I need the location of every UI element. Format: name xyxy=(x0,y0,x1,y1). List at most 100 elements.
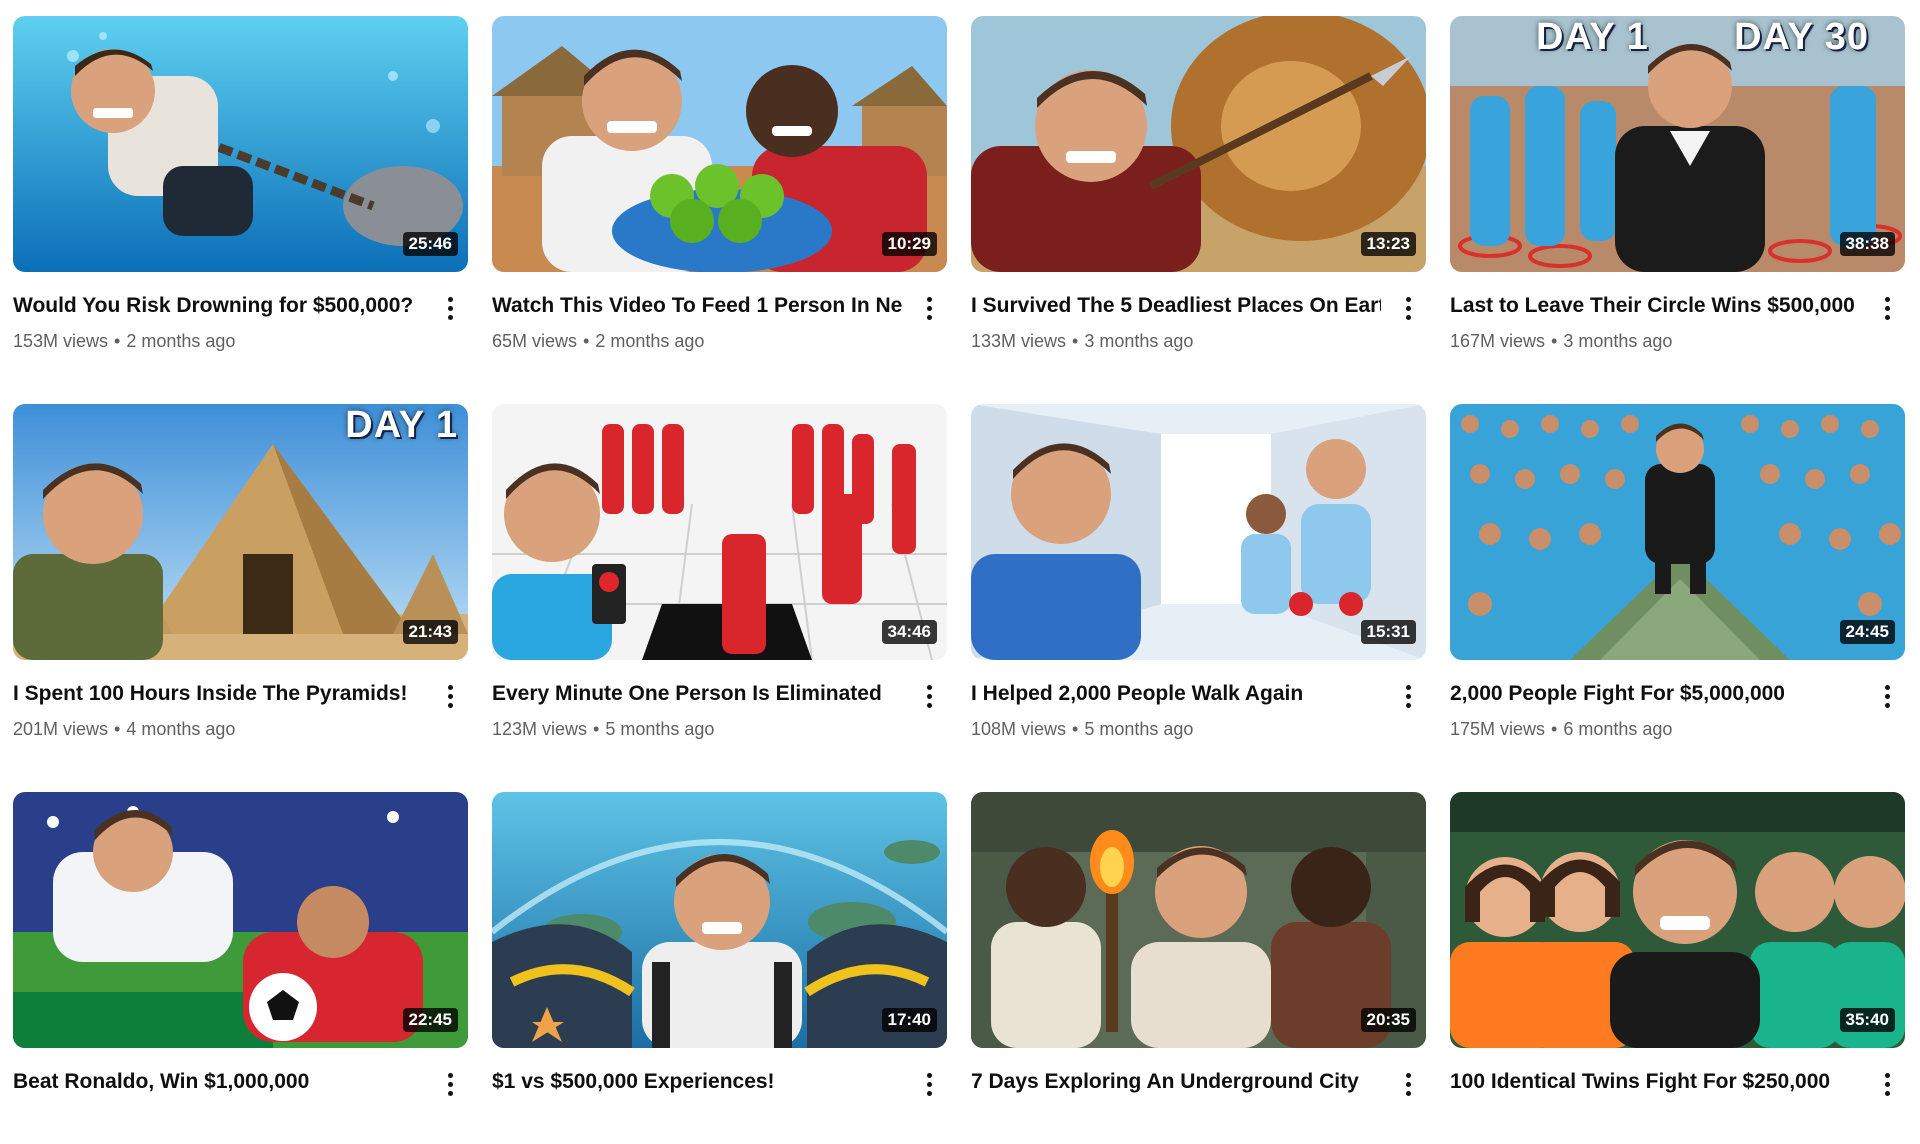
video-title[interactable]: Would You Risk Drowning for $500,000? xyxy=(13,293,423,319)
video-thumbnail[interactable]: 22:45 xyxy=(13,792,468,1048)
view-count: 167M views xyxy=(1450,331,1546,351)
more-vert-icon[interactable] xyxy=(1394,292,1422,324)
video-stats: 153M views • 2 months ago xyxy=(13,330,235,352)
more-vert-icon[interactable] xyxy=(915,1068,943,1100)
separator: • xyxy=(114,331,121,351)
video-card[interactable]: 25:46 Would You Risk Drowning for $500,0… xyxy=(13,16,468,368)
more-vert-icon[interactable] xyxy=(1873,1068,1901,1100)
thumbnail-overlay-right: DAY 1 xyxy=(345,404,458,446)
thumbnail-image xyxy=(1450,792,1905,1048)
thumbnail-image xyxy=(971,16,1426,272)
video-card[interactable]: 22:45 Beat Ronaldo, Win $1,000,000 • xyxy=(13,792,468,1144)
video-card[interactable]: 15:31 I Helped 2,000 People Walk Again 1… xyxy=(971,404,1426,756)
video-meta: Beat Ronaldo, Win $1,000,000 • xyxy=(13,1048,468,1144)
more-vert-icon[interactable] xyxy=(915,292,943,324)
duration-badge: 38:38 xyxy=(1839,232,1895,256)
view-count: 201M views xyxy=(13,719,109,739)
video-thumbnail[interactable]: DAY 1 DAY 30 38:38 xyxy=(1450,16,1905,272)
video-title[interactable]: $1 vs $500,000 Experiences! xyxy=(492,1069,902,1095)
more-vert-icon[interactable] xyxy=(436,680,464,712)
thumbnail-image xyxy=(13,16,468,272)
thumbnail-image xyxy=(492,792,947,1048)
video-title[interactable]: I Survived The 5 Deadliest Places On Ear… xyxy=(971,293,1381,319)
duration-badge: 34:46 xyxy=(881,620,937,644)
video-title[interactable]: 7 Days Exploring An Underground City xyxy=(971,1069,1381,1095)
video-stats: 133M views • 3 months ago xyxy=(971,330,1193,352)
view-count: 123M views xyxy=(492,719,588,739)
video-stats: 123M views • 5 months ago xyxy=(492,718,714,740)
upload-age: 4 months ago xyxy=(126,719,236,739)
video-thumbnail[interactable]: 13:23 xyxy=(971,16,1426,272)
thumbnail-image xyxy=(13,792,468,1048)
video-stats: 201M views • 4 months ago xyxy=(13,718,235,740)
video-title[interactable]: 2,000 People Fight For $5,000,000 xyxy=(1450,681,1860,707)
duration-badge: 22:45 xyxy=(402,1008,458,1032)
video-meta: Watch This Video To Feed 1 Person In Nee… xyxy=(492,272,947,368)
more-vert-icon[interactable] xyxy=(1394,1068,1422,1100)
separator: • xyxy=(1072,331,1079,351)
more-vert-icon[interactable] xyxy=(436,1068,464,1100)
video-title[interactable]: Every Minute One Person Is Eliminated xyxy=(492,681,902,707)
video-title[interactable]: 100 Identical Twins Fight For $250,000 xyxy=(1450,1069,1860,1095)
video-thumbnail[interactable]: 34:46 xyxy=(492,404,947,660)
duration-badge: 21:43 xyxy=(402,620,458,644)
more-vert-icon[interactable] xyxy=(1873,680,1901,712)
video-thumbnail[interactable]: 20:35 xyxy=(971,792,1426,1048)
video-card[interactable]: 34:46 Every Minute One Person Is Elimina… xyxy=(492,404,947,756)
video-stats: 167M views • 3 months ago xyxy=(1450,330,1672,352)
video-title[interactable]: Beat Ronaldo, Win $1,000,000 xyxy=(13,1069,423,1095)
video-card[interactable]: 17:40 $1 vs $500,000 Experiences! • xyxy=(492,792,947,1144)
video-title[interactable]: Watch This Video To Feed 1 Person In Nee… xyxy=(492,293,902,319)
video-thumbnail[interactable]: 24:45 xyxy=(1450,404,1905,660)
video-title[interactable]: Last to Leave Their Circle Wins $500,000 xyxy=(1450,293,1860,319)
video-stats: 175M views • 6 months ago xyxy=(1450,718,1672,740)
video-card[interactable]: DAY 1 DAY 30 38:38 Last to Leave Their C… xyxy=(1450,16,1905,368)
duration-badge: 20:35 xyxy=(1360,1008,1416,1032)
video-card[interactable]: 10:29 Watch This Video To Feed 1 Person … xyxy=(492,16,947,368)
video-grid: 25:46 Would You Risk Drowning for $500,0… xyxy=(13,16,1907,1144)
separator: • xyxy=(583,331,590,351)
more-vert-icon[interactable] xyxy=(915,680,943,712)
thumbnail-image xyxy=(492,404,947,660)
duration-badge: 17:40 xyxy=(881,1008,937,1032)
upload-age: 3 months ago xyxy=(1563,331,1673,351)
thumbnail-overlay-left: DAY 1 xyxy=(1536,16,1649,58)
duration-badge: 15:31 xyxy=(1360,620,1416,644)
video-card[interactable]: 20:35 7 Days Exploring An Underground Ci… xyxy=(971,792,1426,1144)
video-thumbnail[interactable]: 10:29 xyxy=(492,16,947,272)
video-meta: Last to Leave Their Circle Wins $500,000… xyxy=(1450,272,1905,368)
video-thumbnail[interactable]: 35:40 xyxy=(1450,792,1905,1048)
thumbnail-overlay-right: DAY 30 xyxy=(1734,16,1869,58)
view-count: 133M views xyxy=(971,331,1067,351)
video-meta: I Spent 100 Hours Inside The Pyramids! 2… xyxy=(13,660,468,756)
video-meta: 7 Days Exploring An Underground City • xyxy=(971,1048,1426,1144)
thumbnail-image xyxy=(971,404,1426,660)
view-count: 175M views xyxy=(1450,719,1546,739)
video-card[interactable]: 24:45 2,000 People Fight For $5,000,000 … xyxy=(1450,404,1905,756)
more-vert-icon[interactable] xyxy=(1394,680,1422,712)
more-vert-icon[interactable] xyxy=(436,292,464,324)
video-thumbnail[interactable]: 15:31 xyxy=(971,404,1426,660)
video-card[interactable]: DAY 1 21:43 I Spent 100 Hours Inside The… xyxy=(13,404,468,756)
upload-age: 2 months ago xyxy=(595,331,705,351)
video-meta: $1 vs $500,000 Experiences! • xyxy=(492,1048,947,1144)
video-card[interactable]: 13:23 I Survived The 5 Deadliest Places … xyxy=(971,16,1426,368)
video-meta: I Survived The 5 Deadliest Places On Ear… xyxy=(971,272,1426,368)
upload-age: 3 months ago xyxy=(1084,331,1194,351)
video-title[interactable]: I Spent 100 Hours Inside The Pyramids! xyxy=(13,681,423,707)
video-title[interactable]: I Helped 2,000 People Walk Again xyxy=(971,681,1381,707)
view-count: 153M views xyxy=(13,331,109,351)
separator: • xyxy=(1551,331,1558,351)
video-meta: 100 Identical Twins Fight For $250,000 • xyxy=(1450,1048,1905,1144)
video-stats: 108M views • 5 months ago xyxy=(971,718,1193,740)
more-vert-icon[interactable] xyxy=(1873,292,1901,324)
video-thumbnail[interactable]: 17:40 xyxy=(492,792,947,1048)
video-meta: I Helped 2,000 People Walk Again 108M vi… xyxy=(971,660,1426,756)
video-thumbnail[interactable]: 25:46 xyxy=(13,16,468,272)
thumbnail-image xyxy=(492,16,947,272)
video-card[interactable]: 35:40 100 Identical Twins Fight For $250… xyxy=(1450,792,1905,1144)
duration-badge: 25:46 xyxy=(402,232,458,256)
duration-badge: 10:29 xyxy=(881,232,937,256)
upload-age: 5 months ago xyxy=(1084,719,1194,739)
video-thumbnail[interactable]: DAY 1 21:43 xyxy=(13,404,468,660)
